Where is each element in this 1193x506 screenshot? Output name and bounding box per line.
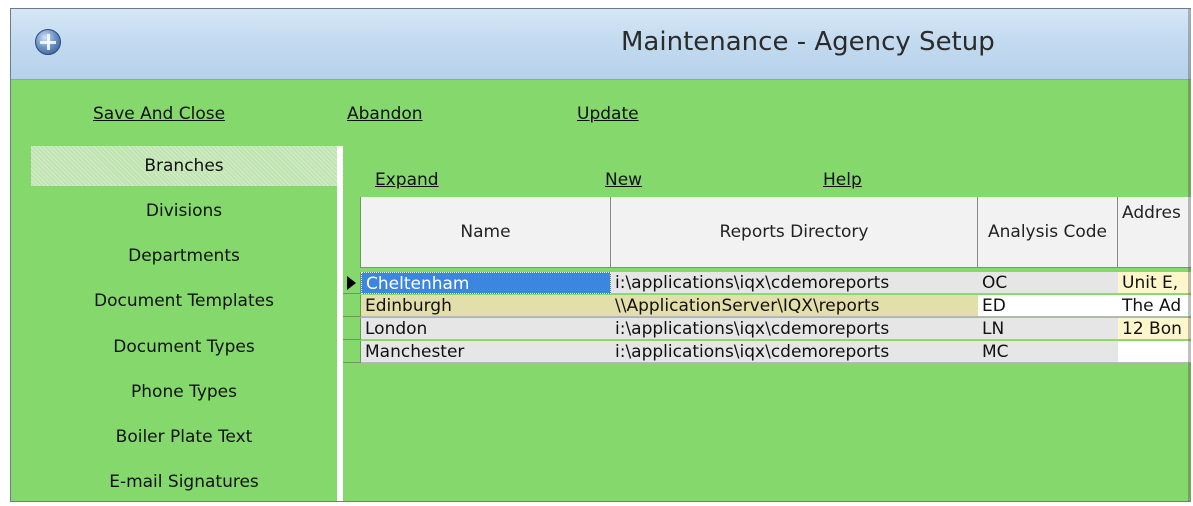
cell-address[interactable]: Unit E,	[1118, 272, 1191, 294]
abandon-link[interactable]: Abandon	[347, 104, 423, 124]
cell-name[interactable]: London	[361, 318, 611, 340]
save-and-close-link[interactable]: Save And Close	[93, 104, 225, 124]
cell-name[interactable]: Cheltenham	[361, 272, 611, 294]
column-header-name[interactable]: Name	[361, 197, 611, 268]
sidebar-item-phone-types[interactable]: Phone Types	[31, 372, 337, 412]
help-link[interactable]: Help	[823, 170, 862, 190]
cell-address[interactable]: 12 Bon	[1118, 318, 1191, 340]
current-row-arrow-icon	[347, 276, 356, 290]
setup-sidebar: Branches Divisions Departments Document …	[31, 146, 337, 501]
branches-panel: Expand New Help Name Reports Directory A…	[343, 146, 1191, 501]
title-bar: Maintenance - Agency Setup	[11, 9, 1191, 80]
cell-reports-directory[interactable]: \\ApplicationServer\IQX\reports	[611, 295, 978, 317]
cell-name[interactable]: Edinburgh	[361, 295, 611, 317]
sidebar-item-document-types[interactable]: Document Types	[31, 327, 337, 367]
column-header-reports-directory[interactable]: Reports Directory	[611, 197, 978, 268]
cell-reports-directory[interactable]: i:\applications\iqx\cdemoreports	[611, 318, 978, 340]
cell-analysis-code[interactable]: LN	[978, 318, 1118, 340]
cell-address[interactable]	[1118, 341, 1191, 363]
cell-reports-directory[interactable]: i:\applications\iqx\cdemoreports	[611, 341, 978, 363]
cell-name[interactable]: Manchester	[361, 341, 611, 363]
sidebar-item-departments[interactable]: Departments	[31, 236, 337, 276]
cell-analysis-code[interactable]: ED	[978, 295, 1118, 317]
row-indicator[interactable]	[343, 341, 361, 363]
update-link[interactable]: Update	[577, 104, 639, 124]
sidebar-item-document-templates[interactable]: Document Templates	[31, 281, 337, 321]
column-header-analysis-code[interactable]: Analysis Code	[978, 197, 1118, 268]
window-edge-shadow	[1188, 9, 1191, 501]
branches-grid: Name Reports Directory Analysis Code Add…	[343, 197, 1191, 397]
new-link[interactable]: New	[605, 170, 642, 190]
cell-analysis-code[interactable]: MC	[978, 341, 1118, 363]
cell-analysis-code[interactable]: OC	[978, 272, 1118, 294]
globe-app-icon[interactable]	[35, 29, 61, 55]
agency-setup-window: Maintenance - Agency Setup Save And Clos…	[10, 8, 1191, 502]
row-indicator[interactable]	[343, 272, 361, 294]
window-title: Maintenance - Agency Setup	[621, 27, 995, 57]
sidebar-item-boiler-plate-text[interactable]: Boiler Plate Text	[31, 417, 337, 457]
expand-link[interactable]: Expand	[375, 170, 439, 190]
main-toolbar: Save And Close Abandon Update	[11, 80, 1191, 144]
row-indicator-header	[343, 197, 361, 268]
row-indicator[interactable]	[343, 318, 361, 340]
column-header-address[interactable]: Addres	[1118, 197, 1191, 268]
sidebar-item-branches[interactable]: Branches	[31, 146, 337, 186]
cell-reports-directory[interactable]: i:\applications\iqx\cdemoreports	[611, 272, 978, 294]
cell-address[interactable]: The Ad	[1118, 295, 1191, 317]
sidebar-item-divisions[interactable]: Divisions	[31, 191, 337, 231]
sidebar-item-email-signatures[interactable]: E-mail Signatures	[31, 462, 337, 501]
row-indicator[interactable]	[343, 295, 361, 317]
